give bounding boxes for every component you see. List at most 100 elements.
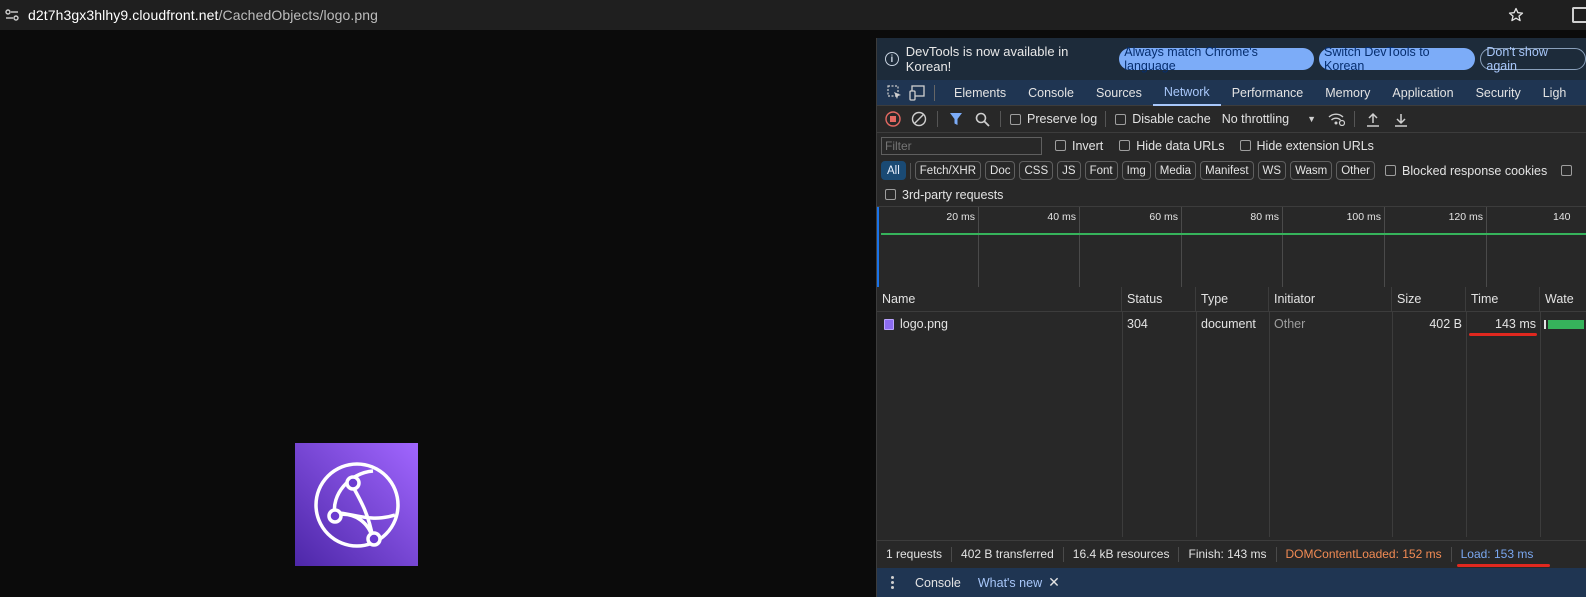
type-filter-media[interactable]: Media [1154,161,1197,180]
devtools-panel: i DevTools is now available in Korean! A… [876,38,1586,597]
hide-data-urls-checkbox[interactable]: Hide data URLs [1119,139,1225,153]
tab-console[interactable]: Console [1017,80,1085,106]
preserve-log-label: Preserve log [1027,112,1098,126]
switch-to-korean-button[interactable]: Switch DevTools to Korean [1319,45,1476,73]
language-infobar: i DevTools is now available in Korean! A… [877,38,1586,80]
column-header-time[interactable]: Time [1466,287,1540,311]
type-filter-all[interactable]: All [881,161,906,180]
annotation-underline-time [1469,333,1537,336]
type-filter-ws[interactable]: WS [1257,161,1287,180]
infobar-message: DevTools is now available in Korean! [905,44,1069,74]
request-status: 304 [1127,317,1148,331]
chevron-down-icon: ▼ [1307,114,1317,124]
blocked-response-cookies-checkbox[interactable]: Blocked response cookies [1385,164,1547,178]
column-header-size[interactable]: Size [1392,287,1466,311]
page-viewport [0,38,876,597]
tab-memory[interactable]: Memory [1314,80,1381,106]
overflow-checkbox[interactable] [1561,165,1573,176]
tab-sources[interactable]: Sources [1085,80,1153,106]
tick-label: 20 ms [946,211,975,223]
request-bar [881,233,1586,235]
tab-performance[interactable]: Performance [1221,80,1315,106]
third-party-requests-checkbox[interactable]: 3rd-party requests [885,188,1003,202]
image-file-icon [884,318,894,330]
address-bar[interactable]: d2t7h3gx3hlhy9.cloudfront.net/CachedObje… [0,0,1586,30]
drawer-tab-console[interactable]: Console [915,576,961,590]
disable-cache-label: Disable cache [1132,112,1211,126]
table-header: Name Status Type Initiator Size Time Wat… [877,287,1586,312]
drawer-menu-icon[interactable] [882,576,902,589]
request-size: 402 B [1429,317,1462,331]
site-info-icon[interactable] [4,7,20,23]
close-icon[interactable]: ✕ [1048,574,1060,591]
tab-elements[interactable]: Elements [943,80,1017,106]
tick-label: 80 ms [1250,211,1279,223]
hide-extension-urls-label: Hide extension URLs [1256,138,1374,153]
tick-label: 100 ms [1346,211,1381,223]
invert-checkbox[interactable]: Invert [1055,139,1103,153]
throttling-select[interactable]: No throttling ▼ [1222,112,1316,126]
tab-security[interactable]: Security [1465,80,1532,106]
summary-transferred: 402 B transferred [952,546,1064,562]
type-filter-fetch-xhr[interactable]: Fetch/XHR [914,161,982,180]
column-header-status[interactable]: Status [1122,287,1196,311]
drawer-tab-whats-new-label: What's new [977,575,1043,590]
table-body: logo.png 304 document Other 402 B 143 ms [877,312,1586,537]
timeline-gridline [1181,207,1182,289]
summary-requests: 1 requests [877,546,953,562]
export-har-icon[interactable] [1391,109,1411,129]
resource-type-filter-bar: All Fetch/XHR Doc CSS JS Font Img Media … [877,158,1586,183]
invert-label: Invert [1072,138,1104,153]
drawer-tab-bar: Console What's new ✕ [877,568,1586,597]
bookmark-star-icon[interactable] [1506,5,1526,25]
search-icon[interactable] [972,109,992,129]
type-filter-other[interactable]: Other [1336,161,1375,180]
url-path: /CachedObjects/logo.png [218,7,379,23]
type-filter-wasm[interactable]: Wasm [1290,161,1333,180]
tab-lighthouse[interactable]: Ligh [1532,80,1567,106]
timeline-gridline [1384,207,1385,289]
column-header-waterfall[interactable]: Wate [1540,287,1586,311]
network-summary-bar: 1 requests 402 B transferred 16.4 kB res… [877,540,1586,567]
type-filter-img[interactable]: Img [1121,161,1151,180]
type-filter-doc[interactable]: Doc [985,161,1016,180]
tab-network[interactable]: Network [1152,80,1221,106]
dont-show-again-button[interactable]: Don't show again [1480,45,1586,73]
preserve-log-checkbox[interactable]: Preserve log [1010,112,1097,126]
type-filter-manifest[interactable]: Manifest [1200,161,1254,180]
cloudfront-icon [313,461,400,548]
url-text[interactable]: d2t7h3gx3hlhy9.cloudfront.net/CachedObje… [28,7,378,23]
tab-application[interactable]: Application [1381,80,1464,106]
column-header-type[interactable]: Type [1196,287,1269,311]
tick-label: 60 ms [1149,211,1178,223]
third-party-row: 3rd-party requests [877,183,1586,207]
request-name: logo.png [900,317,948,331]
blocked-response-cookies-label: Blocked response cookies [1402,163,1548,178]
network-overview-timeline[interactable]: 20 ms 40 ms 60 ms 80 ms 100 ms 120 ms 14… [877,207,1586,289]
side-panel-icon[interactable] [1572,7,1586,23]
filter-icon[interactable] [946,109,966,129]
selection-marker [877,207,879,289]
stop-recording-icon[interactable] [883,109,903,129]
column-header-name[interactable]: Name [877,287,1122,311]
summary-load: Load: 153 ms [1460,547,1534,561]
type-filter-js[interactable]: JS [1057,161,1081,180]
drawer-tab-whats-new[interactable]: What's new ✕ [978,574,1060,591]
type-filter-css[interactable]: CSS [1019,161,1054,180]
throttling-value: No throttling [1221,112,1290,126]
hide-extension-urls-checkbox[interactable]: Hide extension URLs [1239,138,1374,153]
disable-cache-checkbox[interactable]: Disable cache [1115,112,1211,126]
summary-dom-content-loaded: DOMContentLoaded: 152 ms [1277,546,1452,562]
filter-bar: Invert Hide data URLs Hide extension URL… [877,133,1586,158]
always-match-language-button[interactable]: Always match Chrome's language [1119,45,1315,73]
column-header-initiator[interactable]: Initiator [1269,287,1392,311]
timeline-gridline [1282,207,1283,289]
import-har-icon[interactable] [1363,109,1383,129]
network-conditions-icon[interactable] [1326,109,1346,129]
request-type: document [1201,317,1256,331]
type-filter-font[interactable]: Font [1084,161,1118,180]
inspect-element-icon[interactable] [886,84,904,102]
clear-icon[interactable] [909,109,929,129]
filter-input[interactable] [881,136,1042,155]
device-toolbar-icon[interactable] [908,84,926,102]
